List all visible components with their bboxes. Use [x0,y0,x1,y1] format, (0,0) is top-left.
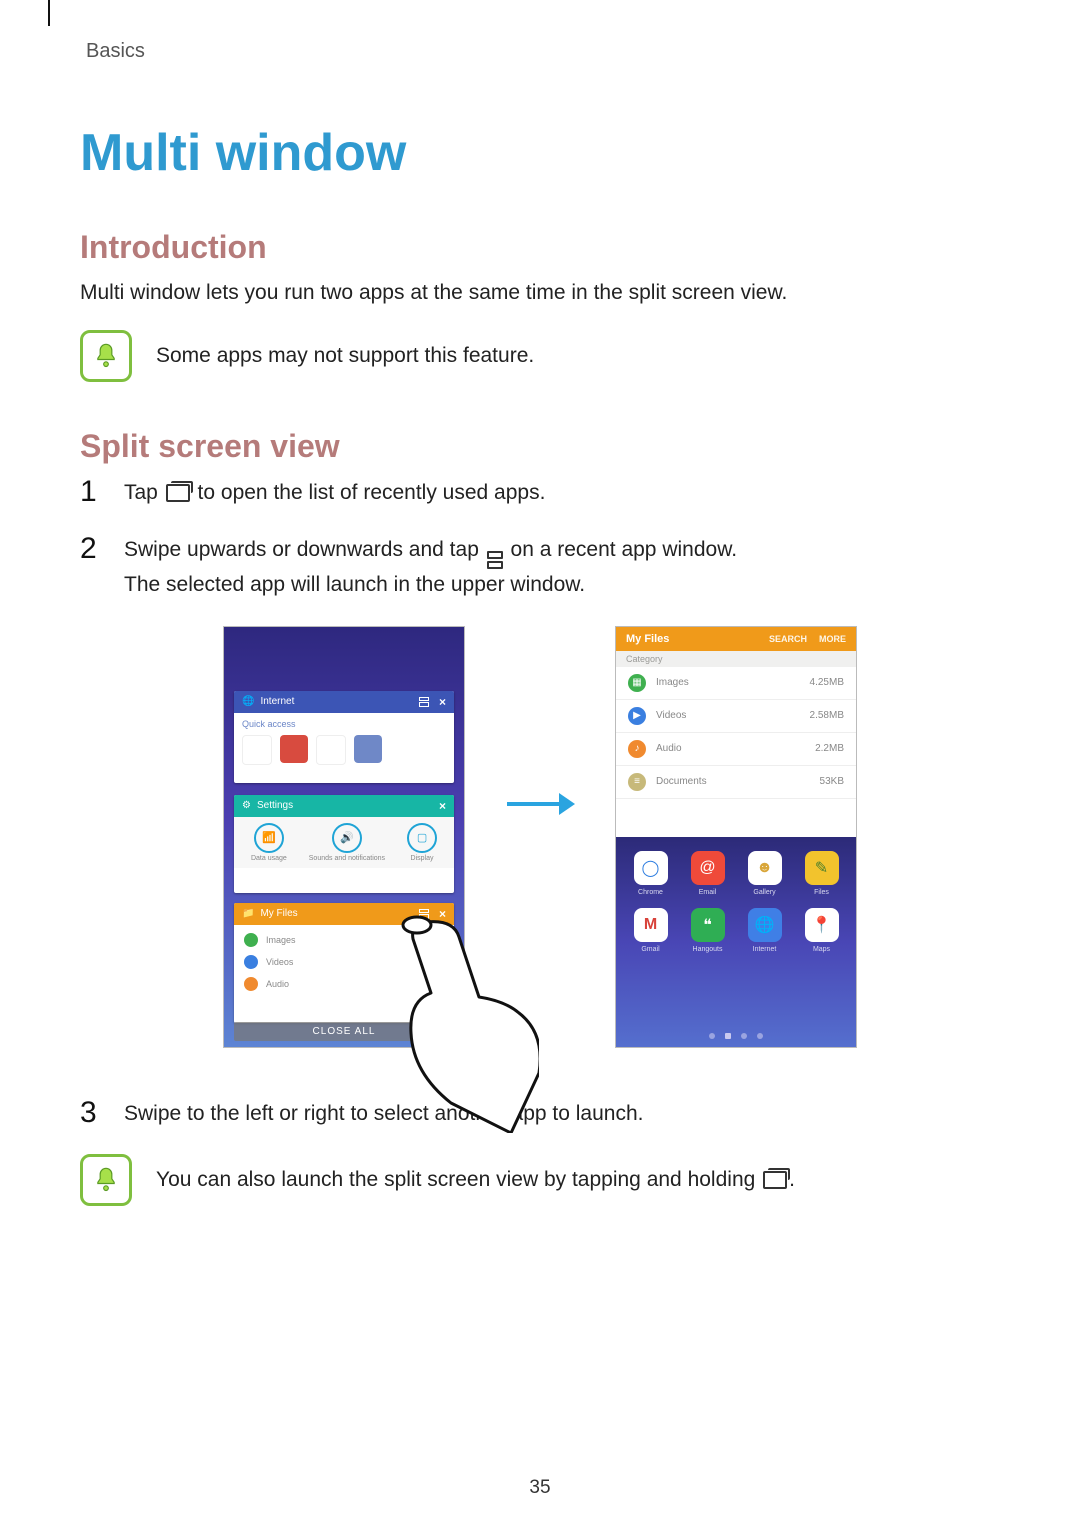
page-title: Multi window [80,123,1000,183]
steps-list: 1 Tap to open the list of recently used … [80,477,1000,601]
recent-apps-icon [166,484,190,502]
step-2-text-pre: Swipe upwards or downwards and tap [124,538,485,561]
running-head: Basics [86,40,1000,63]
close-icon: × [439,907,446,921]
close-icon: × [439,695,446,709]
recents-card-myfiles: 📁My Files × Images Videos Audio [234,903,454,1023]
app-label: Internet [753,946,777,953]
note-row: You can also launch the split screen vie… [80,1154,1000,1206]
figure-split-screen: 🌐Internet × Quick access ⚙Settings × [80,626,1000,1048]
category-header: Category [616,651,856,667]
app-label: Gmail [641,946,659,953]
note2-post: . [789,1168,795,1191]
note-icon [80,330,132,382]
note2-pre: You can also launch the split screen vie… [156,1168,761,1191]
page-indicator [626,1033,846,1039]
more-label: MORE [819,634,846,644]
step-2-text-post: on a recent app window. [511,538,738,561]
app-label: Maps [813,946,830,953]
step-number: 3 [80,1098,106,1131]
step-2: 2 Swipe upwards or downwards and tap on … [80,534,1000,602]
list-item-meta: 4.25MB [810,677,844,688]
arrow-right-icon [505,789,575,824]
step-3-text: Swipe to the left or right to select ano… [124,1098,1000,1131]
category-label: Videos [266,957,293,967]
bell-icon [92,342,120,370]
app-label: Files [814,889,829,896]
list-item-meta: 2.58MB [810,710,844,721]
figure-phone-recents: 🌐Internet × Quick access ⚙Settings × [223,626,465,1048]
section-heading-introduction: Introduction [80,229,1000,266]
steps-list-continued: 3 Swipe to the left or right to select a… [80,1098,1000,1131]
settings-item: Display [411,855,434,862]
quick-access-label: Quick access [242,719,296,729]
recents-card-internet: 🌐Internet × Quick access [234,691,454,783]
pane-title: My Files [626,633,669,645]
note-icon [80,1154,132,1206]
manual-page: Basics Multi window Introduction Multi w… [0,0,1080,1527]
category-label: Images [266,935,296,945]
card-title: Internet [260,696,294,707]
list-item: Documents [656,776,707,787]
app-label: Email [699,889,717,896]
list-item: Images [656,677,689,688]
note-row: Some apps may not support this feature. [80,330,1000,382]
list-item: Videos [656,710,686,721]
step-number: 1 [80,477,106,510]
intro-body: Multi window lets you run two apps at th… [80,278,1000,308]
page-number: 35 [0,1477,1080,1499]
app-grid: ◯Chrome @Email ☻Gallery ✎Files MGmail ❝H… [626,851,846,953]
list-item-meta: 53KB [820,776,844,787]
category-label: Audio [266,979,289,989]
list-item-meta: 2.2MB [815,743,844,754]
step-2-line2: The selected app will launch in the uppe… [124,573,585,596]
app-label: Chrome [638,889,663,896]
split-view-icon [487,551,503,569]
settings-item: Data usage [251,855,287,862]
list-item: Audio [656,743,682,754]
recents-card-settings: ⚙Settings × 📶Data usage 🔊Sounds and noti… [234,795,454,893]
step-1-text-pre: Tap [124,481,164,504]
split-view-icon [419,697,429,707]
card-title: Settings [257,800,293,811]
card-title: My Files [260,908,297,919]
section-heading-split: Split screen view [80,428,1000,465]
step-1: 1 Tap to open the list of recently used … [80,477,1000,510]
crop-mark [48,0,50,26]
step-number: 2 [80,534,106,602]
note-text: You can also launch the split screen vie… [156,1168,795,1192]
app-label: Gallery [753,889,775,896]
split-lower-pane: ◯Chrome @Email ☻Gallery ✎Files MGmail ❝H… [616,837,856,1047]
app-label: Hangouts [693,946,723,953]
search-label: SEARCH [769,634,807,644]
bell-icon [92,1166,120,1194]
note-text: Some apps may not support this feature. [156,344,534,368]
close-icon: × [439,799,446,813]
recent-apps-icon [763,1171,787,1189]
split-view-icon [419,909,429,919]
settings-item: Sounds and notifications [309,855,385,862]
split-upper-pane: My Files SEARCH MORE Category ▦Images4.2… [616,627,856,837]
close-all-button: CLOSE ALL [234,1022,454,1041]
step-3: 3 Swipe to the left or right to select a… [80,1098,1000,1131]
step-1-text-post: to open the list of recently used apps. [198,481,546,504]
figure-phone-split: My Files SEARCH MORE Category ▦Images4.2… [615,626,857,1048]
